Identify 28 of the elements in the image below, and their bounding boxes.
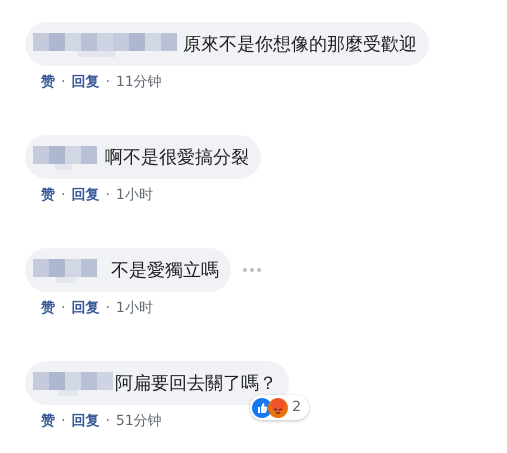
reaction-badge[interactable]: 2 [250, 395, 309, 420]
comment-action-link[interactable]: 赞 [41, 298, 55, 319]
comment-time[interactable]: 11分钟 [116, 72, 162, 93]
separator-dot: · [105, 186, 110, 205]
comment-time[interactable]: 1小时 [116, 185, 153, 206]
angry-emoji-icon [268, 398, 288, 418]
separator-dot: · [61, 299, 66, 318]
comment-action-link[interactable]: 回复 [71, 411, 100, 432]
comment-time[interactable]: 1小时 [116, 298, 153, 319]
comment-time[interactable]: 51分钟 [116, 411, 162, 432]
separator-dot: · [105, 299, 110, 318]
separator-dot: · [105, 73, 110, 92]
comment-action-link[interactable]: 回复 [71, 298, 100, 319]
reaction-count: 2 [292, 398, 301, 417]
separator-dot: · [61, 412, 66, 431]
comment-text: 阿扁要回去關了嗎？ [115, 372, 277, 396]
separator-dot: · [61, 73, 66, 92]
comment-action-link[interactable]: 赞 [41, 72, 55, 93]
comment-text: 不是愛獨立嗎 [111, 258, 219, 282]
comment-text: 原來不是你想像的那麼受歡迎 [183, 32, 417, 56]
separator-dot: · [61, 186, 66, 205]
comment-action-link[interactable]: 赞 [41, 185, 55, 206]
comment-action-link[interactable]: 赞 [41, 411, 55, 432]
comment-action-link[interactable]: 回复 [71, 185, 100, 206]
comment-action-link[interactable]: 回复 [71, 72, 100, 93]
comment-text: 啊不是很愛搞分裂 [105, 146, 249, 170]
separator-dot: · [105, 412, 110, 431]
more-options-icon[interactable] [243, 268, 261, 272]
